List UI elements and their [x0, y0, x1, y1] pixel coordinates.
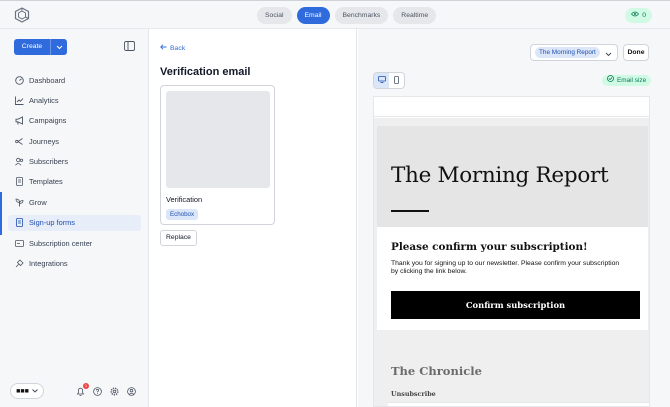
app-logo-icon[interactable]: [14, 7, 30, 23]
footer-icons: 1: [76, 383, 136, 396]
newsletter-select[interactable]: The Morning Report: [530, 44, 618, 61]
sidebar-item-label: Integrations: [29, 259, 68, 269]
create-dropdown-button[interactable]: [50, 39, 67, 55]
email-preview-frame: The Morning Report Please confirm your s…: [373, 96, 650, 407]
workspace-switcher[interactable]: ■■■: [10, 383, 44, 399]
sidebar-item-subscription-center[interactable]: Subscription center: [8, 235, 141, 251]
sidebar: Create Dashboard Analytics Campaigns Jou…: [0, 29, 149, 407]
email-footer-title: The Chronicle: [391, 364, 482, 378]
device-toggle: [373, 72, 405, 89]
sidebar-item-label: Journeys: [29, 136, 59, 146]
sidebar-item-label: Templates: [29, 177, 63, 187]
sidebar-item-grow[interactable]: Grow: [0, 192, 141, 213]
dashboard-icon: [15, 75, 24, 85]
sidebar-item-analytics[interactable]: Analytics: [8, 92, 141, 108]
gear-icon[interactable]: [110, 387, 119, 396]
chevron-down-icon: [32, 388, 38, 395]
megaphone-icon: [15, 116, 24, 126]
back-link[interactable]: Back: [160, 44, 185, 52]
create-button[interactable]: Create: [14, 39, 50, 55]
sidebar-footer: ■■■ 1: [0, 377, 149, 407]
form-editor-panel: Back Verification email Verification Ech…: [149, 29, 357, 407]
sidebar-item-campaigns[interactable]: Campaigns: [8, 113, 141, 129]
sidebar-item-sign-up-forms[interactable]: Sign-up forms: [0, 210, 141, 235]
tab-realtime[interactable]: Realtime: [393, 7, 437, 24]
tab-social[interactable]: Social: [257, 7, 292, 24]
user-avatar-icon[interactable]: [127, 387, 136, 396]
collapse-sidebar-icon[interactable]: [124, 41, 135, 51]
desktop-view-button[interactable]: [374, 73, 389, 88]
sidebar-item-dashboard[interactable]: Dashboard: [8, 72, 141, 88]
notification-count: 1: [83, 383, 89, 389]
email-preview-panel: The Morning Report Done Email size The M…: [358, 29, 670, 407]
form-name: Verification: [166, 195, 203, 204]
bell-icon[interactable]: 1: [76, 383, 89, 396]
email-size-badge: Email size: [602, 75, 652, 86]
email-body: The Morning Report Please confirm your s…: [374, 118, 649, 406]
sidebar-item-templates[interactable]: Templates: [8, 174, 141, 190]
viewers-count: 0: [642, 12, 646, 19]
confirmation-text: Thank you for signing up to our newslett…: [391, 260, 620, 275]
email-footer-strip: [388, 402, 649, 406]
unsubscribe-link[interactable]: Unsubscribe: [391, 390, 436, 398]
preview-top-strip: [374, 97, 649, 117]
viewers-badge[interactable]: 0: [625, 8, 652, 23]
sidebar-nav: Dashboard Analytics Campaigns Journeys S…: [0, 72, 149, 276]
sidebar-item-label: Dashboard: [29, 75, 66, 85]
email-masthead-title: The Morning Report: [391, 163, 609, 188]
analytics-icon: [15, 96, 24, 105]
desktop-icon: [377, 76, 386, 85]
sidebar-item-label: Sign-up forms: [29, 218, 76, 228]
sidebar-item-label: Subscription center: [29, 238, 93, 248]
sidebar-item-label: Grow: [29, 197, 47, 207]
create-button-group: Create: [14, 39, 67, 55]
email-size-label: Email size: [617, 77, 647, 84]
newsletter-chip: The Morning Report: [535, 47, 600, 58]
confirm-subscription-button[interactable]: Confirm subscription: [391, 291, 640, 319]
integrations-icon: [15, 259, 24, 268]
subscription-center-icon: [15, 239, 24, 248]
sidebar-item-subscribers[interactable]: Subscribers: [8, 154, 141, 170]
sidebar-item-label: Analytics: [29, 95, 59, 105]
sidebar-item-label: Subscribers: [29, 157, 69, 167]
workspace-logo-icon: ■■■: [16, 387, 29, 395]
page-title: Verification email: [160, 66, 251, 78]
grow-icon: [15, 198, 24, 207]
chevron-down-icon: [56, 43, 63, 52]
form-icon: [15, 218, 24, 228]
replace-button[interactable]: Replace: [160, 230, 197, 246]
form-tag-badge: Echobox: [166, 209, 199, 220]
tab-email[interactable]: Email: [296, 7, 330, 24]
done-button[interactable]: Done: [623, 44, 649, 61]
users-icon: [15, 157, 24, 166]
email-masthead: The Morning Report: [377, 126, 648, 227]
sidebar-item-integrations[interactable]: Integrations: [8, 256, 141, 272]
back-label: Back: [170, 44, 186, 52]
mobile-icon: [394, 75, 399, 86]
journeys-icon: [15, 137, 24, 146]
mobile-view-button[interactable]: [389, 73, 404, 88]
masthead-divider: [391, 210, 429, 212]
sidebar-item-journeys[interactable]: Journeys: [8, 133, 141, 149]
confirmation-card: Please confirm your subscription! Thank …: [377, 227, 648, 330]
top-tabs: Social Email Benchmarks Realtime: [257, 7, 437, 24]
check-circle-icon: [607, 75, 614, 86]
eye-icon: [631, 8, 640, 23]
form-card[interactable]: Verification Echobox: [160, 85, 275, 225]
top-bar: Social Email Benchmarks Realtime 0: [0, 0, 670, 29]
help-icon[interactable]: [93, 387, 102, 396]
templates-icon: [15, 177, 24, 187]
form-thumbnail: [166, 91, 270, 188]
tab-benchmarks[interactable]: Benchmarks: [334, 7, 389, 24]
chevron-down-icon: [605, 50, 612, 59]
arrow-left-icon: [160, 44, 167, 52]
confirmation-heading: Please confirm your subscription!: [391, 241, 588, 253]
sidebar-item-label: Campaigns: [29, 116, 67, 126]
